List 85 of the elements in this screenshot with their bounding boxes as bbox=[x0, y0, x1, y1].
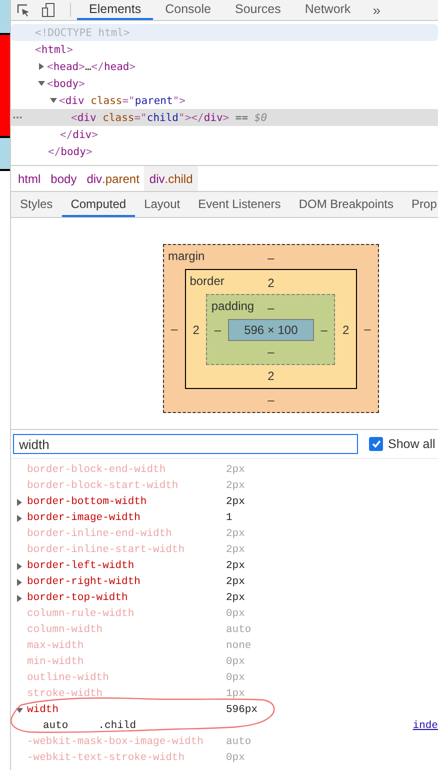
box-value: – bbox=[268, 392, 274, 409]
collapsed-triangle-icon[interactable] bbox=[16, 562, 22, 570]
show-all-label: Show all bbox=[388, 437, 436, 451]
devtools-tab[interactable]: Sources bbox=[222, 0, 293, 20]
panel-tab[interactable]: DOM Breakpoints bbox=[290, 192, 403, 217]
property-value: 0px bbox=[226, 752, 245, 764]
markup-line: <head>…</head> bbox=[47, 60, 136, 72]
box-label: border bbox=[190, 274, 224, 288]
show-all-checkbox[interactable] bbox=[369, 437, 383, 451]
panel-tab[interactable]: Computed bbox=[62, 192, 136, 217]
inspect-icon[interactable] bbox=[17, 4, 30, 16]
tree-row[interactable]: <html> bbox=[11, 41, 438, 58]
property-name[interactable]: border-left-width bbox=[27, 560, 226, 572]
panel-tab[interactable]: Layout bbox=[135, 192, 190, 217]
box-value: – bbox=[268, 250, 274, 267]
collapsed-triangle-icon[interactable] bbox=[16, 578, 22, 586]
content-box: 596 × 100 bbox=[228, 319, 314, 341]
box-value: 2 bbox=[192, 322, 200, 338]
breadcrumb[interactable]: html bbox=[13, 166, 46, 191]
property-name[interactable]: width bbox=[27, 704, 226, 716]
property-value: 1px bbox=[226, 688, 245, 700]
box-value: – bbox=[268, 300, 274, 317]
breadcrumb[interactable]: div.child bbox=[144, 166, 198, 191]
trace-value: auto bbox=[43, 720, 68, 732]
tree-row[interactable]: <head>…</head> bbox=[11, 58, 438, 75]
property-value: auto bbox=[226, 624, 252, 636]
box-label: padding bbox=[211, 299, 254, 313]
property-value: 2px bbox=[226, 480, 245, 492]
tree-row[interactable]: <body> bbox=[11, 75, 438, 92]
box-label: margin bbox=[168, 249, 205, 263]
devtools-tab[interactable]: Elements bbox=[77, 0, 154, 20]
markup-line: <!DOCTYPE html> bbox=[35, 26, 130, 38]
expanded-triangle-icon[interactable] bbox=[38, 80, 45, 87]
property-value: 2px bbox=[226, 496, 245, 508]
property-name[interactable]: border-top-width bbox=[27, 592, 226, 604]
collapsed-triangle-icon[interactable] bbox=[16, 498, 22, 506]
markup-line: <div class="child"></div> == $0 bbox=[71, 112, 268, 124]
panel-tab[interactable]: Event Listeners bbox=[189, 192, 290, 217]
collapsed-triangle-icon[interactable] bbox=[16, 594, 22, 602]
markup-line: <body> bbox=[47, 78, 85, 90]
property-value: none bbox=[226, 640, 252, 652]
source-link[interactable]: inde bbox=[412, 720, 438, 732]
property-value: 0px bbox=[226, 672, 245, 684]
property-value: 596px bbox=[226, 704, 258, 716]
box-value: – bbox=[170, 321, 179, 338]
expanded-triangle-icon[interactable] bbox=[16, 706, 22, 714]
devtools-tab[interactable]: Network bbox=[292, 0, 363, 20]
selected-tree-row[interactable]: <div class="child"></div> == $0 bbox=[11, 109, 438, 126]
panel-tab[interactable]: Prop bbox=[402, 192, 438, 217]
devtools-tab[interactable]: Console bbox=[153, 0, 223, 20]
expanded-triangle-icon[interactable] bbox=[50, 97, 57, 104]
property-name[interactable]: border-image-width bbox=[27, 512, 226, 524]
breadcrumb[interactable]: div.parent bbox=[82, 166, 144, 191]
breadcrumb[interactable]: body bbox=[46, 166, 82, 191]
property-value: 0px bbox=[226, 608, 245, 620]
box-value: – bbox=[320, 322, 328, 339]
markup-line: <div class="parent"> bbox=[59, 94, 186, 106]
property-value: auto bbox=[226, 736, 252, 748]
more-tabs-button[interactable]: » bbox=[362, 0, 390, 20]
property-value: 2px bbox=[226, 576, 245, 588]
collapsed-triangle-icon[interactable] bbox=[16, 514, 22, 522]
trace-selector: .child bbox=[98, 720, 136, 732]
markup-line: <html> bbox=[35, 44, 73, 56]
property-value: 2px bbox=[226, 560, 245, 572]
markup-line: </div> bbox=[60, 128, 98, 140]
filter-field[interactable]: width bbox=[13, 434, 358, 454]
more-icon[interactable] bbox=[13, 116, 22, 119]
property-value: 1 bbox=[226, 512, 232, 524]
box-value: 2 bbox=[268, 275, 274, 292]
box-value: – bbox=[213, 322, 222, 339]
markup-line: </body> bbox=[48, 146, 92, 158]
panel-tab[interactable]: Styles bbox=[11, 192, 62, 217]
property-value: 2px bbox=[226, 528, 245, 540]
tree-row[interactable]: <div class="parent"> bbox=[11, 92, 438, 109]
box-value: 2 bbox=[341, 322, 350, 338]
box-value: 2 bbox=[268, 368, 274, 385]
box-value: – bbox=[268, 344, 274, 361]
property-name[interactable]: border-bottom-width bbox=[27, 496, 226, 508]
collapsed-triangle-icon[interactable] bbox=[38, 63, 45, 70]
property-value: 2px bbox=[226, 592, 245, 604]
property-value: 2px bbox=[226, 544, 245, 556]
property-value: 0px bbox=[226, 656, 245, 668]
box-value: – bbox=[363, 321, 372, 338]
property-name[interactable]: border-right-width bbox=[27, 576, 226, 588]
property-value: 2px bbox=[226, 464, 245, 476]
